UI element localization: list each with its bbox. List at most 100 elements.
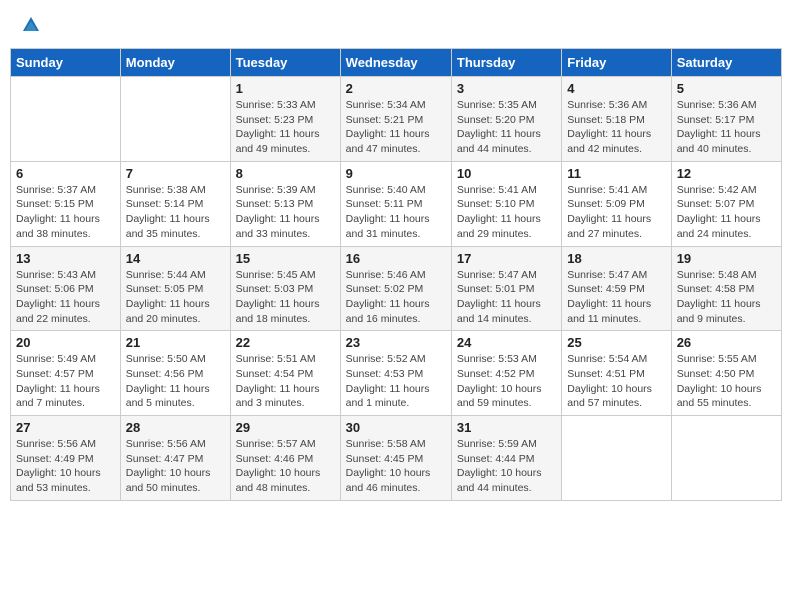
day-info: Sunrise: 5:50 AM Sunset: 4:56 PM Dayligh…	[126, 352, 225, 411]
day-number: 22	[236, 335, 335, 350]
day-info: Sunrise: 5:59 AM Sunset: 4:44 PM Dayligh…	[457, 437, 556, 496]
day-info: Sunrise: 5:37 AM Sunset: 5:15 PM Dayligh…	[16, 183, 115, 242]
day-info: Sunrise: 5:44 AM Sunset: 5:05 PM Dayligh…	[126, 268, 225, 327]
calendar-cell: 3Sunrise: 5:35 AM Sunset: 5:20 PM Daylig…	[451, 77, 561, 162]
day-info: Sunrise: 5:39 AM Sunset: 5:13 PM Dayligh…	[236, 183, 335, 242]
calendar-cell: 23 Sunrise: 5:52 AM Sunset: 4:53 PM Dayli…	[340, 331, 451, 416]
logo-icon	[22, 15, 40, 33]
day-number: 27	[16, 420, 115, 435]
day-info: Sunrise: 5:34 AM Sunset: 5:21 PM Dayligh…	[346, 98, 446, 157]
day-number: 15	[236, 251, 335, 266]
day-info: Sunrise: 5:38 AM Sunset: 5:14 PM Dayligh…	[126, 183, 225, 242]
calendar-week-5: 27 Sunrise: 5:56 AM Sunset: 4:49 PM Dayli…	[11, 416, 782, 501]
day-number: 3	[457, 81, 556, 96]
day-info: Sunrise: 5:48 AM Sunset: 4:58 PM Dayligh…	[677, 268, 776, 327]
calendar-week-3: 13Sunrise: 5:43 AM Sunset: 5:06 PM Dayli…	[11, 246, 782, 331]
calendar-cell: 14Sunrise: 5:44 AM Sunset: 5:05 PM Dayli…	[120, 246, 230, 331]
day-number: 7	[126, 166, 225, 181]
day-number: 30	[346, 420, 446, 435]
weekday-friday: Friday	[562, 49, 671, 77]
calendar-cell: 25Sunrise: 5:54 AM Sunset: 4:51 PM Dayli…	[562, 331, 671, 416]
day-number: 24	[457, 335, 556, 350]
day-number: 23	[346, 335, 446, 350]
day-info: Sunrise: 5:41 AM Sunset: 5:09 PM Dayligh…	[567, 183, 665, 242]
day-number: 19	[677, 251, 776, 266]
calendar-table: SundayMondayTuesdayWednesdayThursdayFrid…	[10, 48, 782, 501]
calendar-cell	[562, 416, 671, 501]
calendar-cell: 20 Sunrise: 5:49 AM Sunset: 4:57 PM Dayli…	[11, 331, 121, 416]
calendar-cell	[120, 77, 230, 162]
day-number: 21	[126, 335, 225, 350]
calendar-cell: 10Sunrise: 5:41 AM Sunset: 5:10 PM Dayli…	[451, 161, 561, 246]
day-number: 2	[346, 81, 446, 96]
calendar-cell: 12 Sunrise: 5:42 AM Sunset: 5:07 PM Dayli…	[671, 161, 781, 246]
day-number: 6	[16, 166, 115, 181]
calendar-cell: 11 Sunrise: 5:41 AM Sunset: 5:09 PM Dayli…	[562, 161, 671, 246]
day-info: Sunrise: 5:36 AM Sunset: 5:17 PM Dayligh…	[677, 98, 776, 157]
calendar-cell: 16 Sunrise: 5:46 AM Sunset: 5:02 PM Dayli…	[340, 246, 451, 331]
weekday-sunday: Sunday	[11, 49, 121, 77]
calendar-cell: 22 Sunrise: 5:51 AM Sunset: 4:54 PM Dayli…	[230, 331, 340, 416]
day-number: 31	[457, 420, 556, 435]
day-number: 13	[16, 251, 115, 266]
day-info: Sunrise: 5:45 AM Sunset: 5:03 PM Dayligh…	[236, 268, 335, 327]
day-number: 28	[126, 420, 225, 435]
day-info: Sunrise: 5:58 AM Sunset: 4:45 PM Dayligh…	[346, 437, 446, 496]
calendar-cell: 4 Sunrise: 5:36 AM Sunset: 5:18 PM Daylig…	[562, 77, 671, 162]
day-info: Sunrise: 5:46 AM Sunset: 5:02 PM Dayligh…	[346, 268, 446, 327]
calendar-week-4: 20 Sunrise: 5:49 AM Sunset: 4:57 PM Dayli…	[11, 331, 782, 416]
day-info: Sunrise: 5:49 AM Sunset: 4:57 PM Dayligh…	[16, 352, 115, 411]
day-number: 25	[567, 335, 665, 350]
day-number: 8	[236, 166, 335, 181]
weekday-wednesday: Wednesday	[340, 49, 451, 77]
page-header	[10, 10, 782, 40]
day-info: Sunrise: 5:52 AM Sunset: 4:53 PM Dayligh…	[346, 352, 446, 411]
calendar-cell: 6 Sunrise: 5:37 AM Sunset: 5:15 PM Daylig…	[11, 161, 121, 246]
calendar-cell: 8 Sunrise: 5:39 AM Sunset: 5:13 PM Daylig…	[230, 161, 340, 246]
calendar-cell: 17Sunrise: 5:47 AM Sunset: 5:01 PM Dayli…	[451, 246, 561, 331]
weekday-header-row: SundayMondayTuesdayWednesdayThursdayFrid…	[11, 49, 782, 77]
day-info: Sunrise: 5:57 AM Sunset: 4:46 PM Dayligh…	[236, 437, 335, 496]
day-info: Sunrise: 5:56 AM Sunset: 4:49 PM Dayligh…	[16, 437, 115, 496]
calendar-cell: 5Sunrise: 5:36 AM Sunset: 5:17 PM Daylig…	[671, 77, 781, 162]
day-number: 29	[236, 420, 335, 435]
calendar-cell: 2 Sunrise: 5:34 AM Sunset: 5:21 PM Daylig…	[340, 77, 451, 162]
calendar-cell: 29 Sunrise: 5:57 AM Sunset: 4:46 PM Dayli…	[230, 416, 340, 501]
calendar-cell: 21 Sunrise: 5:50 AM Sunset: 4:56 PM Dayli…	[120, 331, 230, 416]
calendar-cell: 30 Sunrise: 5:58 AM Sunset: 4:45 PM Dayli…	[340, 416, 451, 501]
day-info: Sunrise: 5:56 AM Sunset: 4:47 PM Dayligh…	[126, 437, 225, 496]
calendar-cell: 1 Sunrise: 5:33 AM Sunset: 5:23 PM Daylig…	[230, 77, 340, 162]
day-number: 4	[567, 81, 665, 96]
day-info: Sunrise: 5:55 AM Sunset: 4:50 PM Dayligh…	[677, 352, 776, 411]
day-number: 20	[16, 335, 115, 350]
day-number: 11	[567, 166, 665, 181]
calendar-cell: 24 Sunrise: 5:53 AM Sunset: 4:52 PM Dayli…	[451, 331, 561, 416]
calendar-week-2: 6 Sunrise: 5:37 AM Sunset: 5:15 PM Daylig…	[11, 161, 782, 246]
day-number: 12	[677, 166, 776, 181]
day-info: Sunrise: 5:51 AM Sunset: 4:54 PM Dayligh…	[236, 352, 335, 411]
day-info: Sunrise: 5:33 AM Sunset: 5:23 PM Dayligh…	[236, 98, 335, 157]
calendar-cell: 31 Sunrise: 5:59 AM Sunset: 4:44 PM Dayli…	[451, 416, 561, 501]
day-number: 1	[236, 81, 335, 96]
calendar-body: 1 Sunrise: 5:33 AM Sunset: 5:23 PM Daylig…	[11, 77, 782, 501]
calendar-week-1: 1 Sunrise: 5:33 AM Sunset: 5:23 PM Daylig…	[11, 77, 782, 162]
day-info: Sunrise: 5:42 AM Sunset: 5:07 PM Dayligh…	[677, 183, 776, 242]
calendar-cell	[671, 416, 781, 501]
calendar-cell: 26 Sunrise: 5:55 AM Sunset: 4:50 PM Dayli…	[671, 331, 781, 416]
calendar-cell: 9 Sunrise: 5:40 AM Sunset: 5:11 PM Daylig…	[340, 161, 451, 246]
calendar-cell: 27 Sunrise: 5:56 AM Sunset: 4:49 PM Dayli…	[11, 416, 121, 501]
day-info: Sunrise: 5:36 AM Sunset: 5:18 PM Dayligh…	[567, 98, 665, 157]
calendar-cell: 7 Sunrise: 5:38 AM Sunset: 5:14 PM Daylig…	[120, 161, 230, 246]
day-number: 18	[567, 251, 665, 266]
day-info: Sunrise: 5:40 AM Sunset: 5:11 PM Dayligh…	[346, 183, 446, 242]
day-number: 26	[677, 335, 776, 350]
day-number: 9	[346, 166, 446, 181]
day-number: 17	[457, 251, 556, 266]
day-info: Sunrise: 5:53 AM Sunset: 4:52 PM Dayligh…	[457, 352, 556, 411]
logo	[20, 15, 40, 35]
calendar-cell: 13Sunrise: 5:43 AM Sunset: 5:06 PM Dayli…	[11, 246, 121, 331]
weekday-saturday: Saturday	[671, 49, 781, 77]
weekday-tuesday: Tuesday	[230, 49, 340, 77]
day-number: 16	[346, 251, 446, 266]
day-info: Sunrise: 5:41 AM Sunset: 5:10 PM Dayligh…	[457, 183, 556, 242]
